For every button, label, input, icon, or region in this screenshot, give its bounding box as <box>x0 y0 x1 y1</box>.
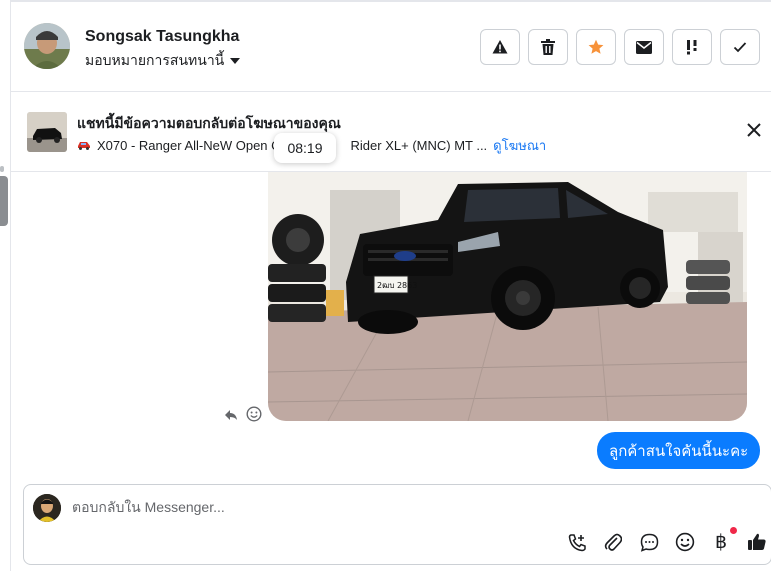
header-divider <box>11 0 771 2</box>
reply-arrow-icon[interactable] <box>224 408 238 426</box>
contact-name: Songsak Tasungkha <box>85 28 240 45</box>
baht-icon: ฿ <box>714 531 728 553</box>
ad-listing-text: X070 - Ranger All-NeW Open C <box>97 138 281 153</box>
conversation-header: Songsak Tasungkha มอบหมายการสนทนานี้ <box>11 0 771 92</box>
ad-thumbnail[interactable] <box>27 112 67 152</box>
left-scrollbar[interactable] <box>0 176 8 226</box>
close-banner-button[interactable] <box>747 123 763 139</box>
conversation-panel: Songsak Tasungkha มอบหมายการสนทนานี้ แชท… <box>10 0 771 571</box>
car-icon <box>77 138 91 153</box>
view-ad-link[interactable]: ดูโฆษณา <box>493 135 546 156</box>
react-emoji-icon[interactable] <box>246 406 262 427</box>
chevron-down-icon <box>230 58 241 64</box>
outgoing-message-bubble[interactable]: ลูกค้าสนใจคันนี้นะคะ <box>597 432 761 469</box>
header-actions <box>480 29 760 65</box>
reply-input[interactable] <box>72 499 672 515</box>
assign-conversation-dropdown[interactable]: มอบหมายการสนทนานี้ <box>85 50 241 72</box>
thumbs-up-icon <box>748 533 766 550</box>
left-edge-marker <box>0 166 4 172</box>
star-icon <box>588 39 604 54</box>
ad-reply-banner: แชทนี้มีข้อความตอบกลับต่อโฆษณาของคุณ X07… <box>11 93 771 172</box>
ad-banner-title: แชทนี้มีข้อความตอบกลับต่อโฆษณาของคุณ <box>77 115 341 131</box>
call-button[interactable] <box>566 531 588 553</box>
follow-up-icon <box>687 40 697 55</box>
follow-up-button[interactable] <box>672 29 712 65</box>
mark-done-button[interactable] <box>720 29 760 65</box>
page-avatar <box>33 494 61 522</box>
saved-replies-button[interactable] <box>638 531 660 553</box>
mail-icon <box>636 40 652 54</box>
phone-plus-icon <box>568 533 586 551</box>
emoji-button[interactable] <box>674 531 696 553</box>
incoming-photo-message[interactable]: 2ฒบ 2863 <box>268 172 747 421</box>
ad-listing-text-tail: Rider XL+ (MNC) MT ... <box>350 138 488 153</box>
message-actions <box>224 406 262 427</box>
assign-label: มอบหมายการสนทนานี้ <box>85 52 225 68</box>
like-button[interactable] <box>746 531 768 553</box>
notification-dot <box>730 527 737 534</box>
composer-toolbar: ฿ <box>566 527 768 553</box>
chat-bubble-icon <box>640 533 658 552</box>
svg-text:2ฒบ 2863: 2ฒบ 2863 <box>377 281 417 290</box>
trash-icon <box>541 39 555 55</box>
mark-spam-button[interactable] <box>480 29 520 65</box>
payment-button[interactable]: ฿ <box>710 527 737 553</box>
close-icon <box>747 123 761 137</box>
star-button[interactable] <box>576 29 616 65</box>
timestamp-tooltip: 08:19 <box>274 133 336 163</box>
mark-unread-button[interactable] <box>624 29 664 65</box>
checkmark-icon <box>733 42 747 53</box>
paperclip-icon <box>604 533 622 551</box>
smiley-icon <box>675 532 695 552</box>
message-composer: ฿ <box>23 484 771 565</box>
warning-icon <box>492 40 508 54</box>
delete-button[interactable] <box>528 29 568 65</box>
attach-button[interactable] <box>602 531 624 553</box>
contact-avatar[interactable] <box>24 23 70 69</box>
